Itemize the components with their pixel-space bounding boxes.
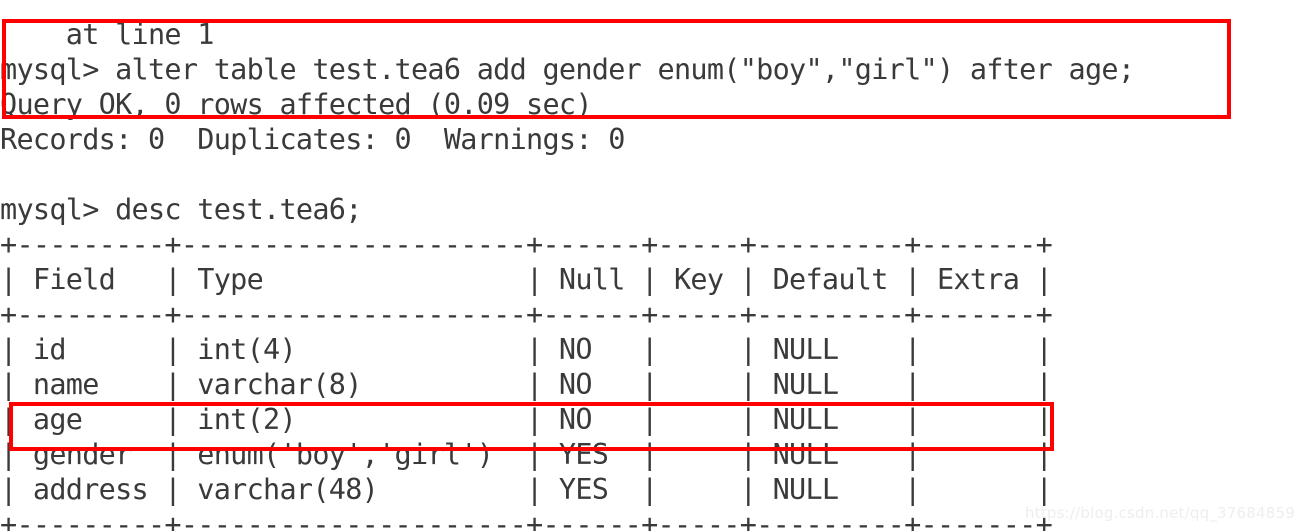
terminal-screenshot: at line 1 mysql> alter table test.tea6 ad…	[0, 0, 1301, 531]
terminal-output: at line 1 mysql> alter table test.tea6 ad…	[0, 17, 1301, 531]
table-row-address: | address | varchar(48) | YES | | NULL |…	[0, 472, 1053, 506]
table-row-id: | id | int(4) | NO | | NULL | |	[0, 332, 1053, 366]
table-row-gender: | gender | enum('boy','girl') | YES | | …	[0, 437, 1053, 471]
table-separator-header: +---------+---------------------+------+…	[0, 297, 1053, 331]
table-row-name: | name | varchar(8) | NO | | NULL | |	[0, 367, 1053, 401]
csdn-watermark: https://blog.csdn.net/qq_37684859	[1025, 504, 1295, 522]
terminal-line-alter-statement: mysql> alter table test.tea6 add gender …	[0, 52, 1135, 86]
table-separator-top: +---------+---------------------+------+…	[0, 227, 1053, 261]
terminal-line-desc-statement: mysql> desc test.tea6;	[0, 192, 362, 226]
table-row-age: | age | int(2) | NO | | NULL | |	[0, 402, 1053, 436]
table-header-row: | Field | Type | Null | Key | Default | …	[0, 262, 1053, 296]
terminal-line-query-ok: Query OK, 0 rows affected (0.09 sec)	[0, 87, 593, 121]
terminal-line-records: Records: 0 Duplicates: 0 Warnings: 0	[0, 122, 625, 156]
terminal-line-error-tail: at line 1	[0, 17, 215, 51]
